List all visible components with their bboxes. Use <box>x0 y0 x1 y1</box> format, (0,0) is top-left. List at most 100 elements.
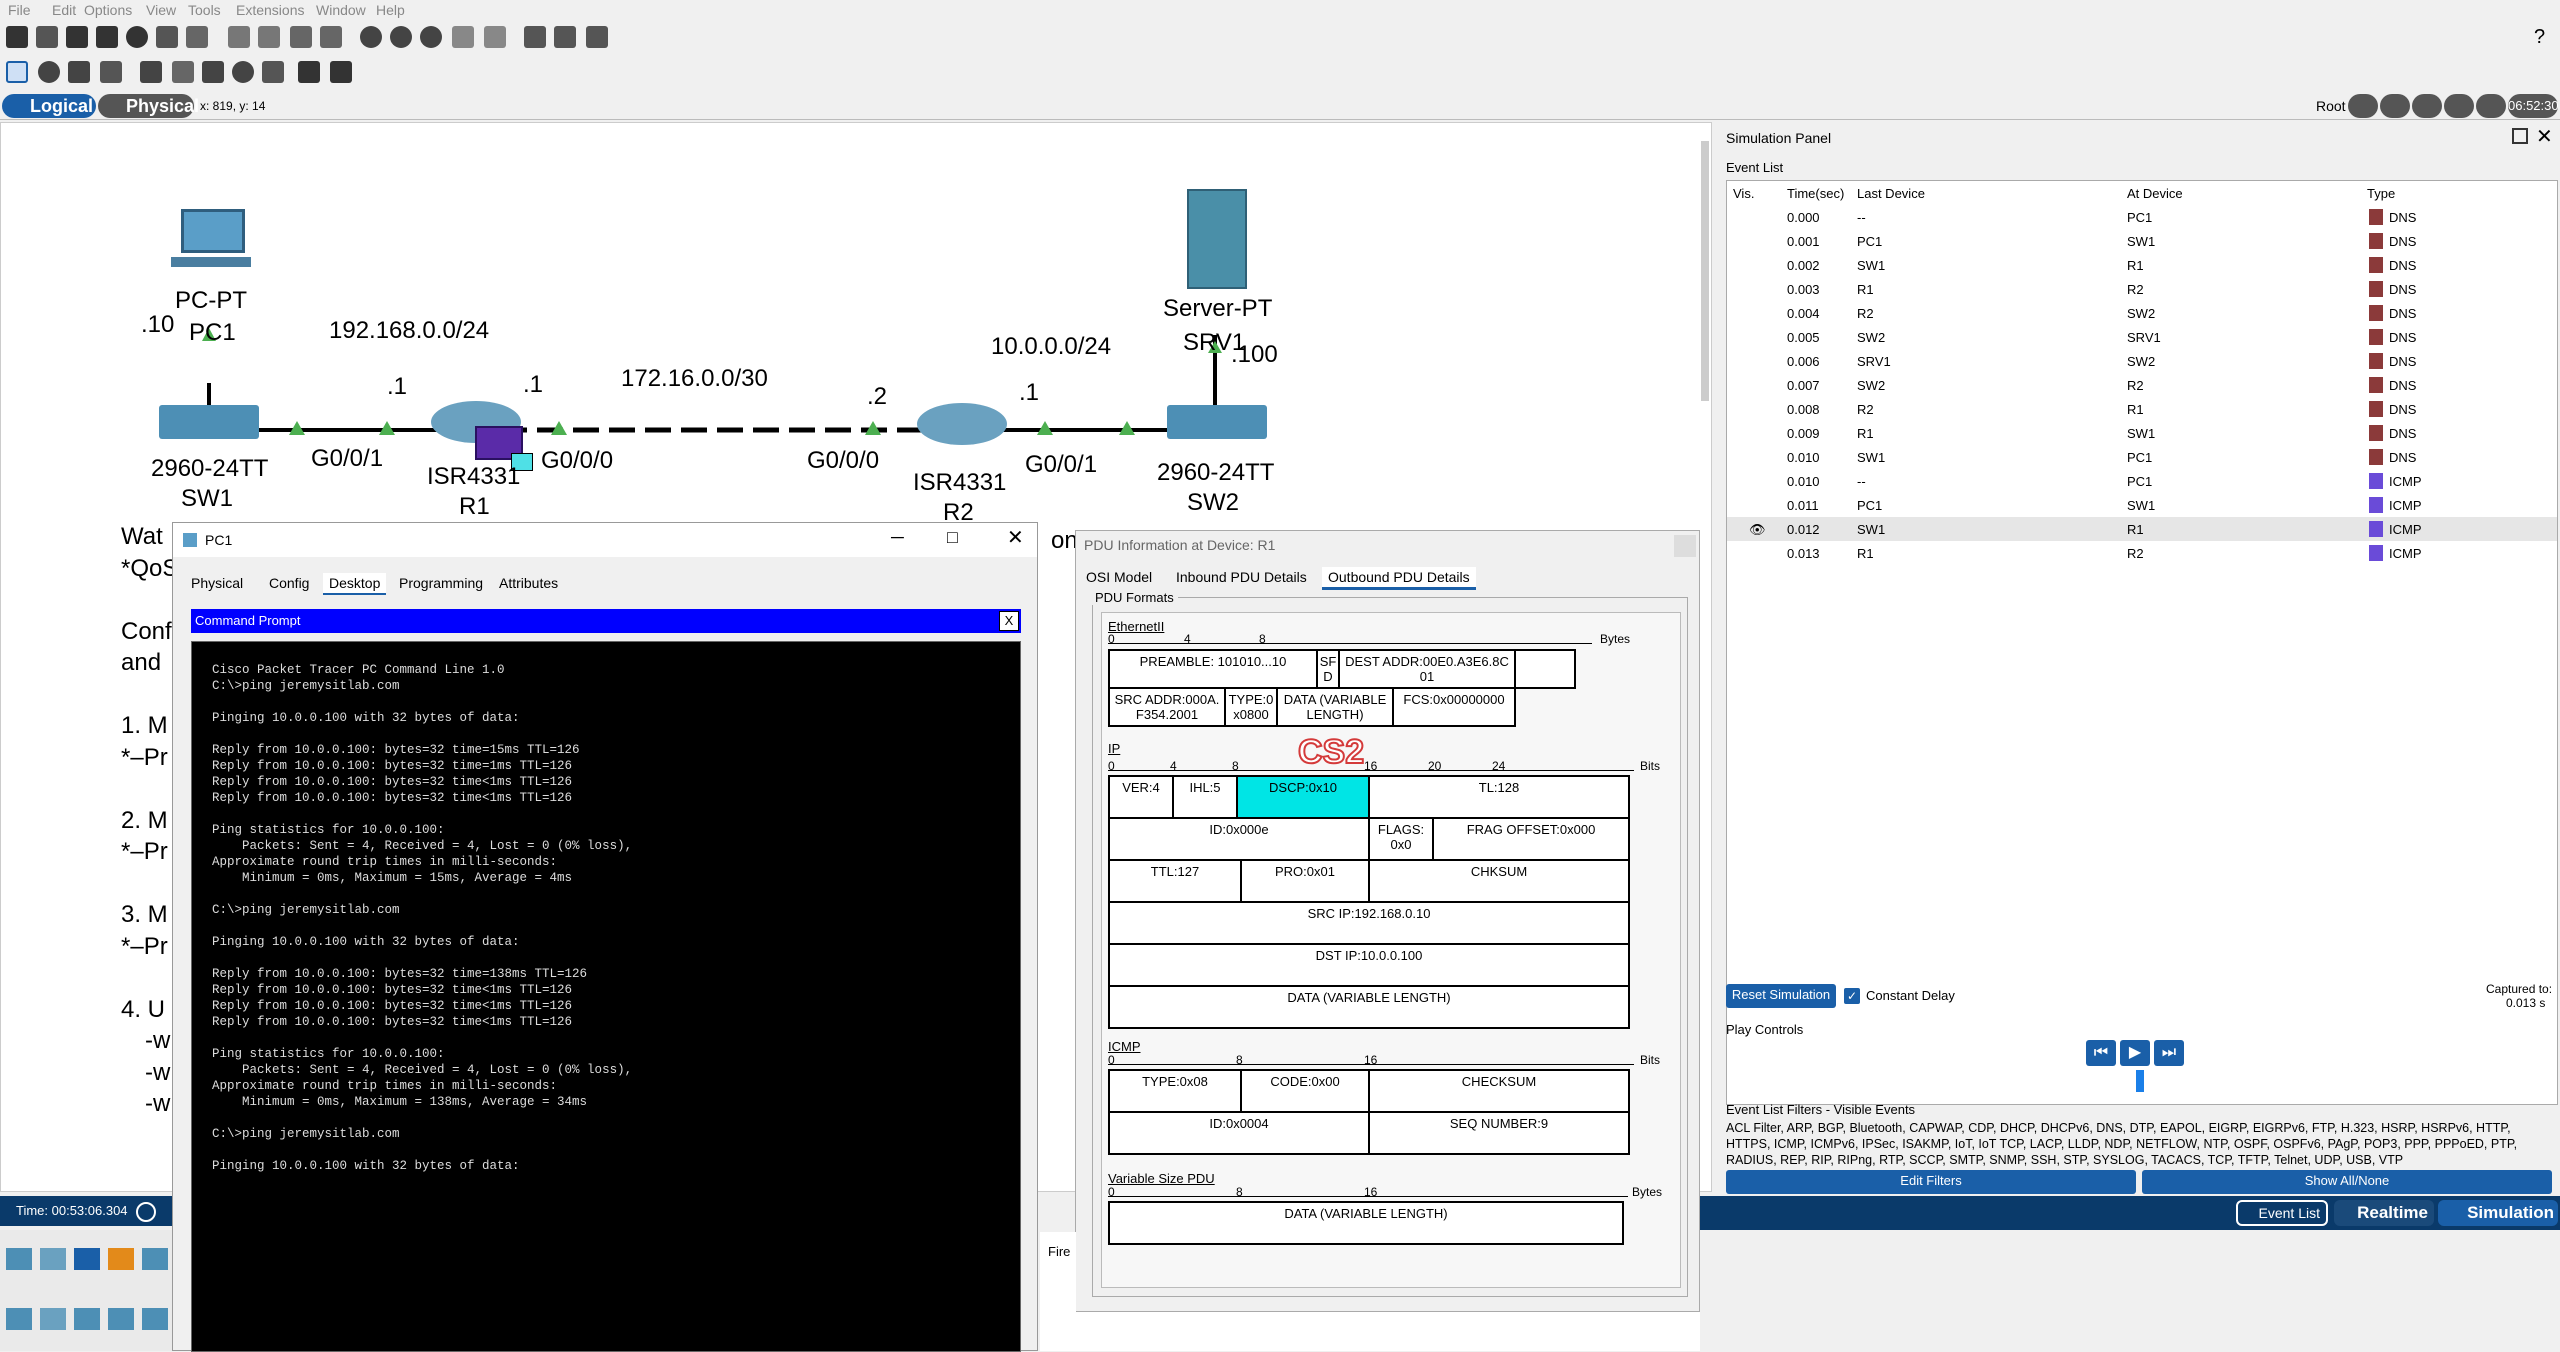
connections-icon[interactable] <box>108 1248 134 1270</box>
show-all-none-button[interactable]: Show All/None <box>2142 1170 2552 1194</box>
r2-device-icon[interactable] <box>917 403 1007 445</box>
freeform-icon[interactable] <box>262 61 284 83</box>
event-row[interactable]: 0.005 SW2 SRV1 DNS <box>1727 325 2557 349</box>
network-devices-icon[interactable] <box>6 1248 32 1270</box>
play-button[interactable]: ▶ <box>2120 1040 2150 1066</box>
pc1-tab-physical[interactable]: Physical <box>191 575 243 591</box>
copy-icon[interactable] <box>228 26 250 48</box>
zoom-reset-icon[interactable] <box>390 26 412 48</box>
custom-device-icon[interactable] <box>484 26 506 48</box>
realtime-mode-button[interactable]: Realtime <box>2334 1200 2434 1226</box>
physical-view-button[interactable]: Physical <box>98 94 199 118</box>
close-icon[interactable]: ✕ <box>1007 525 1024 550</box>
play-speed-slider[interactable] <box>2136 1070 2144 1092</box>
zoom-out-icon[interactable] <box>420 26 442 48</box>
sw2-device-icon[interactable] <box>1167 405 1267 439</box>
activity-wizard-icon[interactable] <box>186 26 208 48</box>
resize-icon[interactable] <box>100 61 122 83</box>
device-template-icon[interactable] <box>554 26 576 48</box>
col-time[interactable]: Time(sec) <box>1787 186 1844 201</box>
pc1-device-icon[interactable] <box>181 209 245 253</box>
pdu-close-icon[interactable] <box>1674 535 1696 557</box>
command-prompt-close-button[interactable]: X <box>999 611 1019 631</box>
zoom-in-icon[interactable] <box>360 26 382 48</box>
col-type[interactable]: Type <box>2367 186 2395 201</box>
switches-icon[interactable] <box>40 1308 66 1330</box>
select-icon[interactable] <box>6 61 28 83</box>
save-icon[interactable] <box>66 26 88 48</box>
back-step-button[interactable]: ⏮ <box>2086 1040 2116 1066</box>
menu-tools[interactable]: Tools <box>188 2 221 18</box>
event-row[interactable]: 0.003 R1 R2 DNS <box>1727 277 2557 301</box>
wireless-icon[interactable] <box>108 1308 134 1330</box>
undo-icon[interactable] <box>290 26 312 48</box>
info-icon[interactable] <box>126 26 148 48</box>
misc-icon[interactable] <box>142 1248 168 1270</box>
logical-view-button[interactable]: Logical <box>2 94 96 118</box>
note-icon[interactable] <box>140 61 162 83</box>
event-row[interactable]: 0.013 R1 R2 ICMP <box>1727 541 2557 565</box>
ellipse-icon[interactable] <box>232 61 254 83</box>
back-icon[interactable] <box>2348 94 2378 118</box>
minimize-icon[interactable]: ─ <box>891 527 904 548</box>
simulation-close-icon[interactable]: ✕ <box>2536 124 2553 149</box>
pc1-tab-config[interactable]: Config <box>269 575 309 591</box>
col-vis[interactable]: Vis. <box>1733 186 1754 201</box>
components-icon[interactable] <box>74 1248 100 1270</box>
col-at-device[interactable]: At Device <box>2127 186 2183 201</box>
col-last-device[interactable]: Last Device <box>1857 186 1925 201</box>
edit-filters-button[interactable]: Edit Filters <box>1726 1170 2136 1194</box>
eye-icon[interactable]: 👁 <box>1749 522 1766 538</box>
security-icon[interactable] <box>142 1308 168 1330</box>
undock-icon[interactable] <box>2512 128 2528 144</box>
cluster-icon[interactable] <box>2380 94 2410 118</box>
rectangle-icon[interactable] <box>202 61 224 83</box>
end-devices-icon[interactable] <box>40 1248 66 1270</box>
tab-osi-model[interactable]: OSI Model <box>1086 569 1152 585</box>
viewport-icon[interactable] <box>2476 94 2506 118</box>
tab-outbound-pdu[interactable]: Outbound PDU Details <box>1322 567 1476 590</box>
complex-pdu-icon[interactable] <box>330 61 352 83</box>
new-file-icon[interactable] <box>6 26 28 48</box>
menu-options[interactable]: Options <box>84 2 132 18</box>
event-row[interactable]: 0.006 SRV1 SW2 DNS <box>1727 349 2557 373</box>
event-row[interactable]: 0.008 R2 R1 DNS <box>1727 397 2557 421</box>
forward-step-button[interactable]: ⏭ <box>2154 1040 2184 1066</box>
routers-icon[interactable] <box>6 1308 32 1330</box>
power-cycle-icon[interactable] <box>136 1202 156 1222</box>
help-icon[interactable]: ? <box>2534 26 2545 49</box>
menu-file[interactable]: File <box>8 2 31 18</box>
event-row[interactable]: 👁 0.012 SW1 R1 ICMP <box>1727 517 2557 541</box>
srv1-device-icon[interactable] <box>1187 189 1247 289</box>
drawing-palette-icon[interactable] <box>452 26 474 48</box>
event-row[interactable]: 0.007 SW2 R2 DNS <box>1727 373 2557 397</box>
event-row[interactable]: 0.009 R1 SW1 DNS <box>1727 421 2557 445</box>
line-icon[interactable] <box>172 61 194 83</box>
maximize-icon[interactable]: □ <box>947 527 958 548</box>
pdu-list-icon[interactable] <box>524 26 546 48</box>
simple-pdu-icon[interactable] <box>298 61 320 83</box>
command-prompt-console[interactable]: Cisco Packet Tracer PC Command Line 1.0 C… <box>191 641 1021 1352</box>
constant-delay-checkbox[interactable]: ✓ <box>1844 988 1860 1004</box>
paste-icon[interactable] <box>258 26 280 48</box>
menu-edit[interactable]: Edit <box>52 2 76 18</box>
event-row[interactable]: 0.010 SW1 PC1 DNS <box>1727 445 2557 469</box>
event-row[interactable]: 0.002 SW1 R1 DNS <box>1727 253 2557 277</box>
tab-inbound-pdu[interactable]: Inbound PDU Details <box>1176 569 1307 585</box>
pc1-tab-programming[interactable]: Programming <box>399 575 483 591</box>
event-row[interactable]: 0.004 R2 SW2 DNS <box>1727 301 2557 325</box>
redo-icon[interactable] <box>320 26 342 48</box>
event-row[interactable]: 0.011 PC1 SW1 ICMP <box>1727 493 2557 517</box>
print-icon[interactable] <box>96 26 118 48</box>
background-image-icon[interactable] <box>2444 94 2474 118</box>
menu-extensions[interactable]: Extensions <box>236 2 304 18</box>
menu-window[interactable]: Window <box>316 2 366 18</box>
network-wizard-icon[interactable] <box>156 26 178 48</box>
event-row[interactable]: 0.010 -- PC1 ICMP <box>1727 469 2557 493</box>
workspace-scrollbar[interactable] <box>1701 141 1709 401</box>
menu-view[interactable]: View <box>146 2 176 18</box>
camera-icon[interactable] <box>586 26 608 48</box>
reset-simulation-button[interactable]: Reset Simulation <box>1726 984 1836 1008</box>
sw1-device-icon[interactable] <box>159 405 259 439</box>
pc1-tab-desktop[interactable]: Desktop <box>323 573 387 595</box>
